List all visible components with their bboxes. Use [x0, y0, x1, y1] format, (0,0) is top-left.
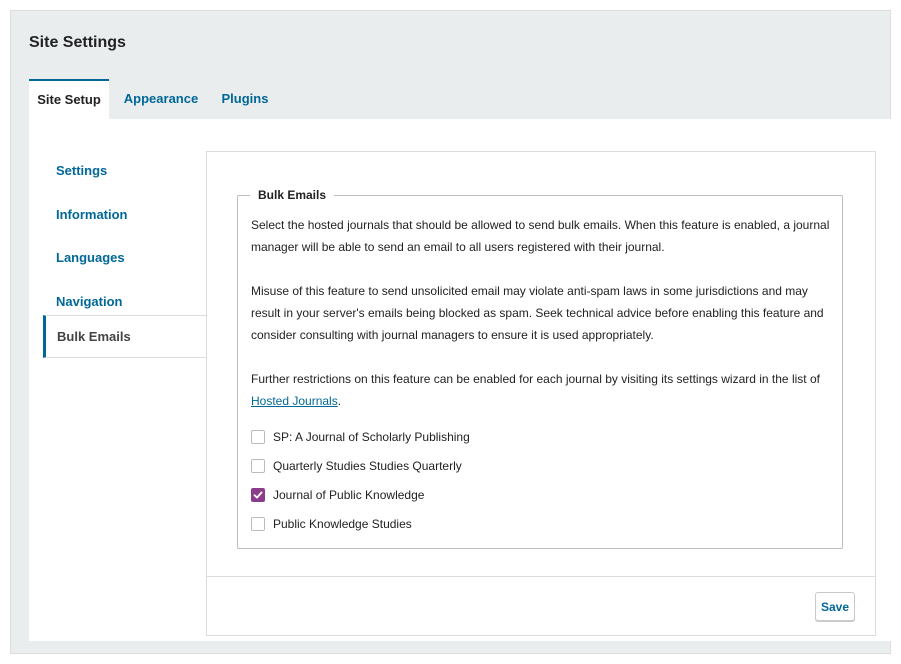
- journal-label: Quarterly Studies Studies Quarterly: [273, 459, 462, 473]
- description-paragraph: Select the hosted journals that should b…: [251, 218, 830, 254]
- sidebar-item-label: Languages: [56, 250, 125, 265]
- bulk-emails-form: Bulk Emails Select the hosted journals t…: [206, 151, 876, 636]
- checkbox[interactable]: [251, 430, 265, 444]
- sidebar-item-languages[interactable]: Languages: [43, 237, 206, 279]
- checkbox[interactable]: [251, 517, 265, 531]
- save-button[interactable]: Save: [815, 592, 855, 621]
- form-footer: Save: [207, 576, 875, 635]
- hosted-journals-link[interactable]: Hosted Journals: [251, 394, 338, 408]
- sidebar-item-label: Settings: [56, 163, 108, 178]
- checkmark-icon: [253, 491, 263, 499]
- sidebar-item-settings[interactable]: Settings: [43, 150, 206, 192]
- restrictions-text: Further restrictions on this feature can…: [251, 372, 820, 386]
- fieldset-legend: Bulk Emails: [250, 188, 335, 202]
- bulk-emails-fieldset: Bulk Emails Select the hosted journals t…: [237, 188, 843, 549]
- tab-appearance[interactable]: Appearance: [117, 79, 205, 119]
- sidebar-item-label: Information: [56, 207, 128, 222]
- checkbox[interactable]: [251, 459, 265, 473]
- tab-panel: Settings Information Languages Navigatio…: [29, 119, 899, 641]
- restrictions-suffix: .: [337, 394, 342, 408]
- checkbox-checked[interactable]: [251, 488, 265, 502]
- journal-label: SP: A Journal of Scholarly Publishing: [273, 430, 470, 444]
- sidebar-item-label: Bulk Emails: [57, 329, 131, 344]
- sidebar-item-label: Navigation: [56, 294, 123, 309]
- tab-plugins[interactable]: Plugins: [213, 79, 277, 119]
- journal-label: Journal of Public Knowledge: [273, 488, 425, 502]
- sidebar-item-information[interactable]: Information: [43, 194, 206, 236]
- restrictions-paragraph: Further restrictions on this feature can…: [251, 368, 833, 412]
- journal-label: Public Knowledge Studies: [273, 517, 412, 531]
- warning-paragraph: Misuse of this feature to send unsolicit…: [251, 284, 824, 342]
- sidebar-item-bulk-emails[interactable]: Bulk Emails: [43, 315, 206, 358]
- site-settings-card: Site Settings Site Setup Appearance Plug…: [10, 10, 899, 654]
- page-title: Site Settings: [29, 34, 126, 51]
- tab-site-setup[interactable]: Site Setup: [29, 79, 109, 119]
